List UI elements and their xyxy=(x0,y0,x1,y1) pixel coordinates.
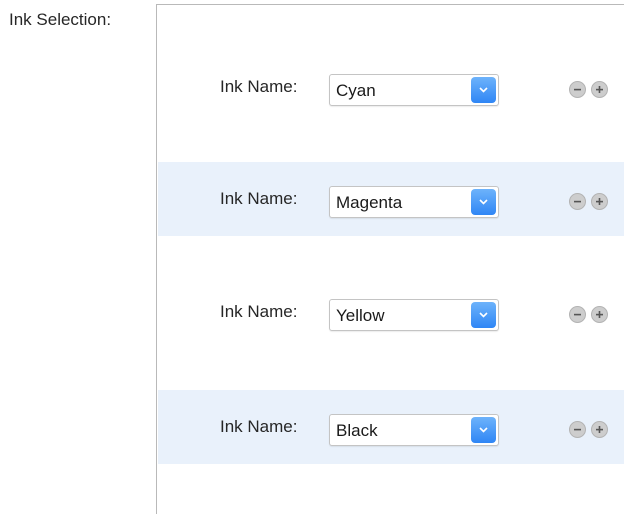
remove-ink-button[interactable] xyxy=(569,81,586,98)
plus-icon xyxy=(596,311,603,318)
add-ink-button[interactable] xyxy=(591,421,608,438)
minus-icon xyxy=(574,88,581,91)
ink-name-select[interactable]: Magenta xyxy=(329,186,499,218)
minus-icon xyxy=(574,428,581,431)
ink-name-select[interactable]: Cyan xyxy=(329,74,499,106)
add-ink-button[interactable] xyxy=(591,306,608,323)
ink-name-select[interactable]: Black xyxy=(329,414,499,446)
plus-icon xyxy=(596,426,603,433)
remove-ink-button[interactable] xyxy=(569,306,586,323)
add-ink-button[interactable] xyxy=(591,81,608,98)
ink-name-value: Black xyxy=(336,421,378,440)
chevron-down-icon[interactable] xyxy=(471,77,496,103)
remove-ink-button[interactable] xyxy=(569,421,586,438)
ink-list-panel: Ink Name: Cyan Ink Name: Magenta Ink Nam… xyxy=(156,4,624,514)
chevron-down-icon[interactable] xyxy=(471,189,496,215)
ink-row-cyan: Ink Name: Cyan xyxy=(158,50,624,124)
add-ink-button[interactable] xyxy=(591,193,608,210)
ink-row-magenta: Ink Name: Magenta xyxy=(158,162,624,236)
chevron-down-icon[interactable] xyxy=(471,302,496,328)
chevron-down-icon[interactable] xyxy=(471,417,496,443)
remove-ink-button[interactable] xyxy=(569,193,586,210)
ink-name-label: Ink Name: xyxy=(220,417,298,436)
ink-selection-label: Ink Selection: xyxy=(9,10,112,29)
ink-name-select[interactable]: Yellow xyxy=(329,299,499,331)
ink-name-value: Yellow xyxy=(336,306,385,325)
ink-name-label: Ink Name: xyxy=(220,189,298,208)
ink-name-label: Ink Name: xyxy=(220,302,298,321)
minus-icon xyxy=(574,200,581,203)
plus-icon xyxy=(596,198,603,205)
ink-row-black: Ink Name: Black xyxy=(158,390,624,464)
ink-name-value: Cyan xyxy=(336,81,376,100)
ink-row-yellow: Ink Name: Yellow xyxy=(158,275,624,349)
ink-name-value: Magenta xyxy=(336,193,403,212)
plus-icon xyxy=(596,86,603,93)
ink-name-label: Ink Name: xyxy=(220,77,298,96)
minus-icon xyxy=(574,313,581,316)
